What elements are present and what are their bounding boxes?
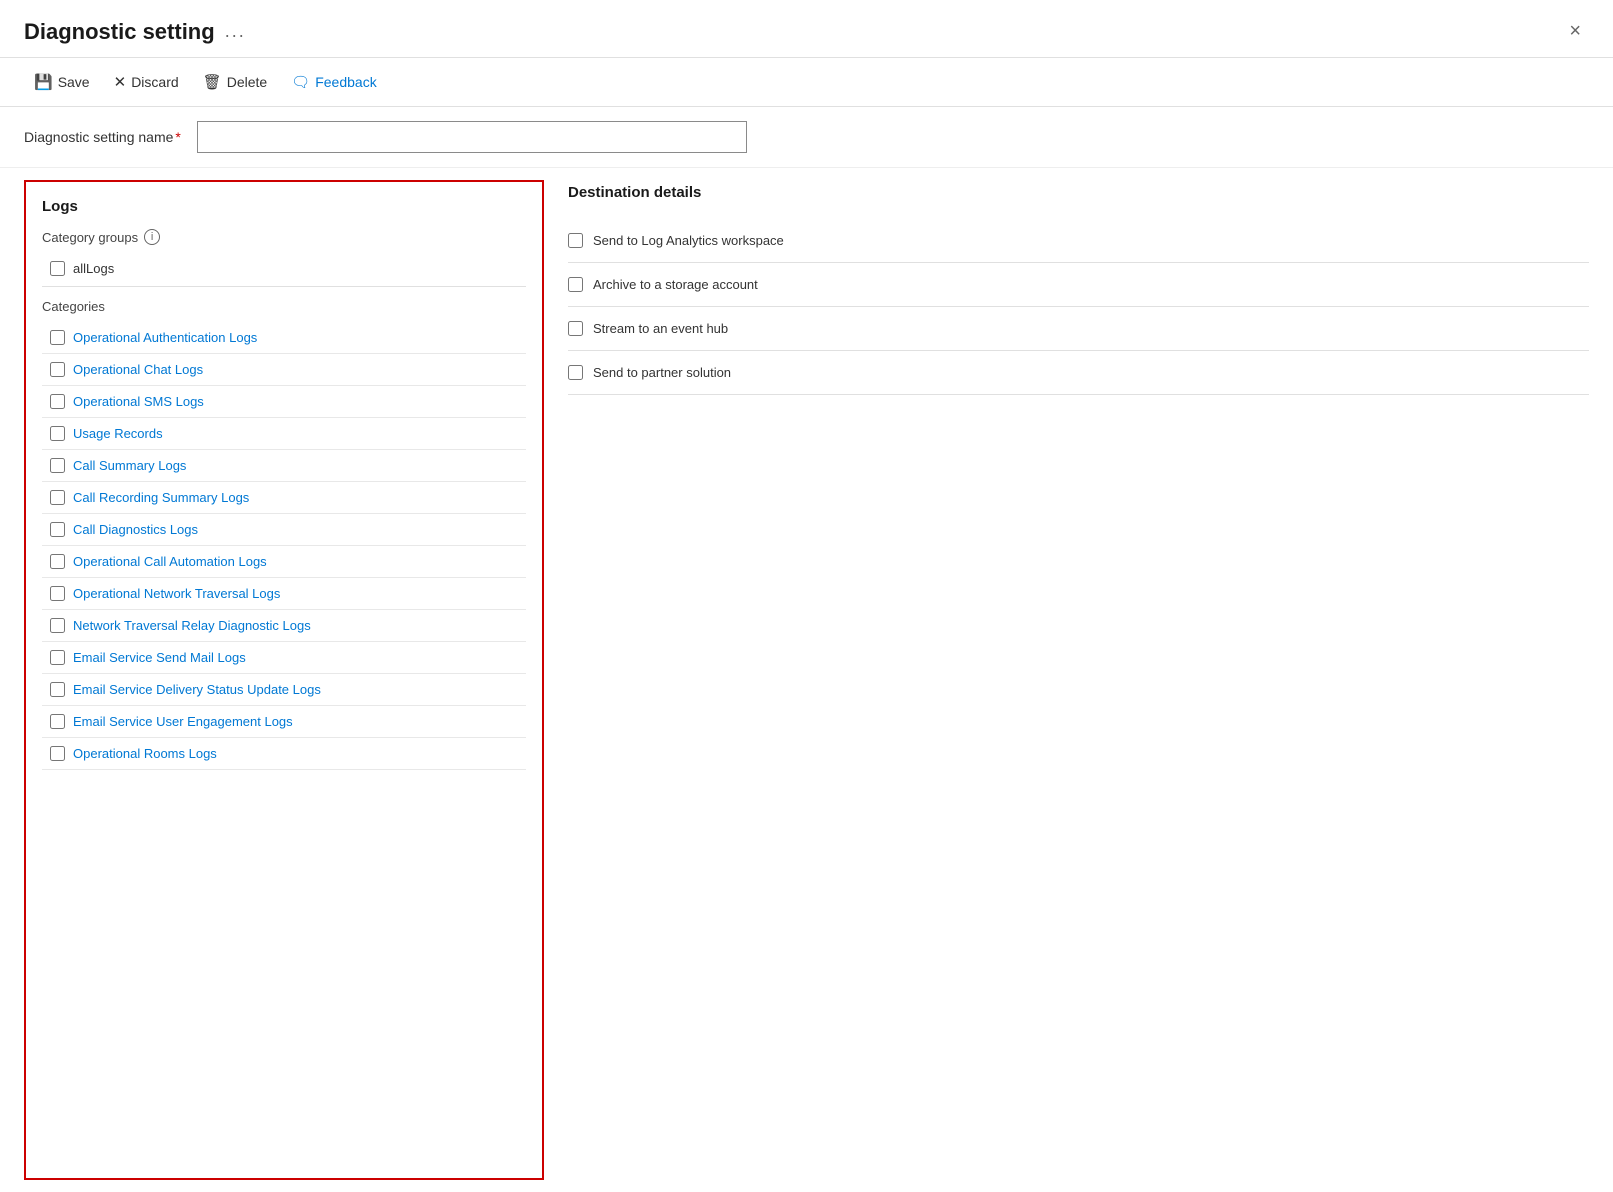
category-label[interactable]: Operational Network Traversal Logs	[73, 586, 280, 601]
category-group-item: allLogs	[42, 255, 526, 287]
category-checkbox[interactable]	[50, 746, 65, 761]
category-groups-list: allLogs	[42, 255, 526, 287]
category-item: Email Service Delivery Status Update Log…	[42, 674, 526, 706]
destination-label[interactable]: Stream to an event hub	[593, 321, 728, 336]
destination-item: Send to partner solution	[568, 351, 1589, 395]
main-content: Logs Category groups i allLogs Categorie…	[0, 168, 1613, 1192]
category-label[interactable]: Call Recording Summary Logs	[73, 490, 249, 505]
destination-panel-title: Destination details	[568, 184, 1589, 201]
category-label[interactable]: Operational Call Automation Logs	[73, 554, 267, 569]
discard-button[interactable]: ✕ Discard	[104, 68, 189, 96]
destination-label[interactable]: Send to Log Analytics workspace	[593, 233, 784, 248]
destination-checkbox[interactable]	[568, 277, 583, 292]
discard-label: Discard	[131, 74, 178, 90]
destination-item: Archive to a storage account	[568, 263, 1589, 307]
title-bar: Diagnostic setting ... ×	[0, 0, 1613, 58]
category-label[interactable]: Operational SMS Logs	[73, 394, 204, 409]
categories-list: Operational Authentication Logs Operatio…	[42, 322, 526, 770]
category-item: Operational Chat Logs	[42, 354, 526, 386]
category-item: Email Service Send Mail Logs	[42, 642, 526, 674]
category-checkbox[interactable]	[50, 458, 65, 473]
destination-panel: Destination details Send to Log Analytic…	[544, 168, 1613, 1192]
category-groups-info-icon[interactable]: i	[144, 229, 160, 245]
category-item: Operational Call Automation Logs	[42, 546, 526, 578]
logs-panel-title: Logs	[42, 198, 526, 215]
category-checkbox[interactable]	[50, 490, 65, 505]
destination-checkbox[interactable]	[568, 233, 583, 248]
category-checkbox[interactable]	[50, 714, 65, 729]
destination-checkbox[interactable]	[568, 321, 583, 336]
category-item: Call Summary Logs	[42, 450, 526, 482]
destination-item: Send to Log Analytics workspace	[568, 219, 1589, 263]
category-item: Operational Rooms Logs	[42, 738, 526, 770]
category-checkbox[interactable]	[50, 554, 65, 569]
category-item: Call Recording Summary Logs	[42, 482, 526, 514]
close-button[interactable]: ×	[1561, 16, 1589, 47]
category-checkbox[interactable]	[50, 650, 65, 665]
category-label[interactable]: Usage Records	[73, 426, 163, 441]
category-group-label[interactable]: allLogs	[73, 261, 114, 276]
setting-name-input[interactable]	[197, 121, 747, 153]
category-checkbox[interactable]	[50, 362, 65, 377]
destination-label[interactable]: Archive to a storage account	[593, 277, 758, 292]
category-item: Operational Authentication Logs	[42, 322, 526, 354]
destination-item: Stream to an event hub	[568, 307, 1589, 351]
logs-panel: Logs Category groups i allLogs Categorie…	[24, 180, 544, 1180]
category-label[interactable]: Operational Rooms Logs	[73, 746, 217, 761]
category-label[interactable]: Operational Chat Logs	[73, 362, 203, 377]
category-checkbox[interactable]	[50, 522, 65, 537]
feedback-label: Feedback	[315, 74, 376, 90]
title-ellipsis: ...	[225, 21, 246, 42]
setting-name-label: Diagnostic setting name*	[24, 129, 181, 145]
category-label[interactable]: Call Summary Logs	[73, 458, 186, 473]
category-checkbox[interactable]	[50, 586, 65, 601]
category-checkbox[interactable]	[50, 330, 65, 345]
category-item: Usage Records	[42, 418, 526, 450]
toolbar: 💾 Save ✕ Discard 🗑 Delete 🗨 Feedback	[0, 58, 1613, 107]
category-checkbox[interactable]	[50, 618, 65, 633]
category-label[interactable]: Network Traversal Relay Diagnostic Logs	[73, 618, 311, 633]
setting-name-row: Diagnostic setting name*	[0, 107, 1613, 168]
required-indicator: *	[175, 129, 180, 145]
category-item: Operational SMS Logs	[42, 386, 526, 418]
category-item: Network Traversal Relay Diagnostic Logs	[42, 610, 526, 642]
categories-label: Categories	[42, 299, 526, 314]
delete-button[interactable]: 🗑 Delete	[193, 68, 278, 96]
category-item: Call Diagnostics Logs	[42, 514, 526, 546]
save-button[interactable]: 💾 Save	[24, 68, 100, 96]
category-label[interactable]: Call Diagnostics Logs	[73, 522, 198, 537]
feedback-button[interactable]: 🗨 Feedback	[281, 68, 387, 96]
category-checkbox[interactable]	[50, 394, 65, 409]
page-title: Diagnostic setting	[24, 19, 215, 45]
category-checkbox[interactable]	[50, 426, 65, 441]
delete-icon: 🗑	[203, 73, 222, 91]
category-label[interactable]: Operational Authentication Logs	[73, 330, 257, 345]
category-checkbox[interactable]	[50, 682, 65, 697]
category-label[interactable]: Email Service Send Mail Logs	[73, 650, 246, 665]
destination-label[interactable]: Send to partner solution	[593, 365, 731, 380]
destination-list: Send to Log Analytics workspace Archive …	[568, 219, 1589, 395]
category-label[interactable]: Email Service Delivery Status Update Log…	[73, 682, 321, 697]
destination-checkbox[interactable]	[568, 365, 583, 380]
save-label: Save	[58, 74, 90, 90]
discard-icon: ✕	[114, 73, 127, 91]
delete-label: Delete	[227, 74, 267, 90]
feedback-icon: 🗨	[291, 73, 310, 91]
save-icon: 💾	[34, 73, 53, 91]
category-item: Operational Network Traversal Logs	[42, 578, 526, 610]
category-item: Email Service User Engagement Logs	[42, 706, 526, 738]
category-label[interactable]: Email Service User Engagement Logs	[73, 714, 293, 729]
category-groups-label: Category groups i	[42, 229, 526, 245]
category-group-checkbox[interactable]	[50, 261, 65, 276]
